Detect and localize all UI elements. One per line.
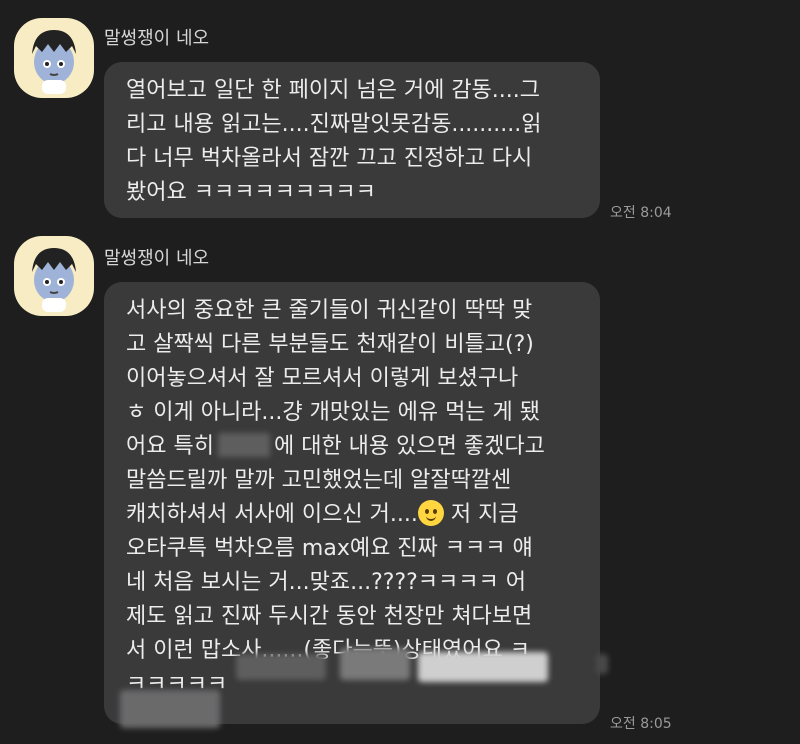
message-bubble[interactable]: 열어보고 일단 한 페이지 넘은 거에 감동....그 리고 내용 읽고는...… xyxy=(104,62,600,218)
message-timestamp: 오전 8:05 xyxy=(610,716,672,732)
message-line: 열어보고 일단 한 페이지 넘은 거에 감동....그 xyxy=(126,78,541,103)
message-line: 오타쿠특 벅차오름 max예요 진짜 ㅋㅋㅋ 얘 xyxy=(126,536,533,561)
message-line: 다 너무 벅차올라서 잠깐 끄고 진정하고 다시 xyxy=(126,146,533,171)
message-line: 봤어요 ㅋㅋㅋㅋㅋㅋㅋㅋㅋ xyxy=(126,180,376,205)
sender-name: 말썽쟁이 네오 xyxy=(104,248,210,269)
message-line: 저 지금 xyxy=(443,502,519,527)
message-line: 고 살짝씩 다른 부분들도 천재같이 비틀고(?) xyxy=(126,332,534,357)
message-timestamp: 오전 8:04 xyxy=(610,205,672,221)
censored-area xyxy=(236,654,326,680)
message-line: 네 처음 보시는 거...맞죠...????ㅋㅋㅋㅋ 어 xyxy=(126,570,526,595)
message-line: 캐치하셔서 서사에 이으신 거.... xyxy=(126,502,418,527)
message-line: 어요 특히 xyxy=(126,434,214,459)
smiling-face-emoji-icon xyxy=(417,500,444,526)
neo-character-icon xyxy=(32,30,76,94)
censored-area xyxy=(340,648,410,680)
sender-avatar[interactable] xyxy=(14,18,94,98)
message-line: 리고 내용 읽고는....진짜말잇못감동..........읽 xyxy=(126,112,542,137)
message-line: 제도 읽고 진짜 두시간 동안 천장만 쳐다보면 xyxy=(126,604,533,629)
message-line: 에 대한 내용 있으면 좋겠다고 xyxy=(273,434,545,459)
message-line: 말씀드릴까 말까 고민했었는데 알잘딱깔센 xyxy=(126,468,512,493)
neo-character-icon xyxy=(32,248,76,312)
sender-avatar[interactable] xyxy=(14,236,94,316)
message-line: ㅎ 이게 아니라...걍 개맛있는 에유 먹는 게 됐 xyxy=(126,400,541,425)
censored-area xyxy=(120,690,220,728)
censored-word xyxy=(217,433,270,457)
message-line: 서사의 중요한 큰 줄기들이 귀신같이 딱딱 맞 xyxy=(126,298,533,323)
censored-area xyxy=(418,652,548,682)
sender-name: 말썽쟁이 네오 xyxy=(104,28,210,49)
message-line: 이어놓으셔서 잘 모르셔서 이렇게 보셨구나 xyxy=(126,366,519,391)
censored-area xyxy=(596,654,608,674)
